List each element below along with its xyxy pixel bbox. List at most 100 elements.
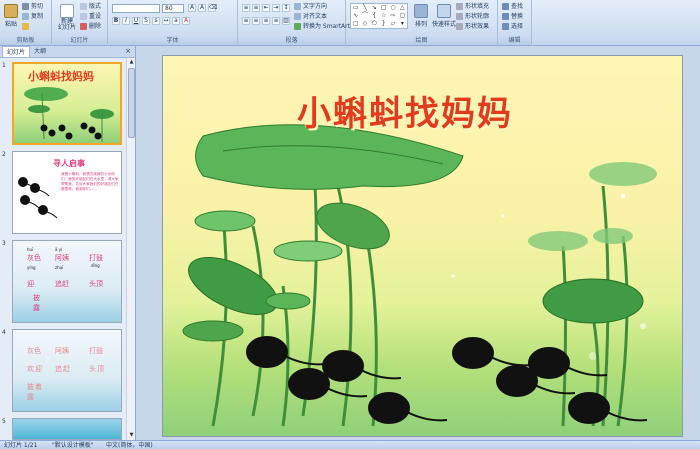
clear-format-button[interactable]: ⌫ xyxy=(208,4,217,12)
align-text-icon xyxy=(294,13,301,20)
freeform-icon: ⌒ xyxy=(361,12,368,19)
clipboard-group: 粘贴 剪切 复制 剪贴板 xyxy=(0,0,52,46)
text-box-icon: ▭ xyxy=(352,4,359,11)
font-name-field[interactable] xyxy=(112,4,160,13)
paragraph-label: 段落 xyxy=(238,37,345,45)
scroll-thumb[interactable] xyxy=(128,68,135,138)
bold-button[interactable]: B xyxy=(112,17,120,25)
diamond-icon: ◇ xyxy=(362,20,368,27)
editing-label: 编辑 xyxy=(498,37,531,45)
smartart-icon xyxy=(294,23,301,30)
change-case-button[interactable]: a xyxy=(172,17,180,25)
bracket-icon: { xyxy=(372,12,377,19)
shape-effects-button[interactable]: 形状效果 xyxy=(456,22,489,31)
language-status[interactable]: 中文(简体，中国) xyxy=(106,441,153,449)
drawing-label: 绘图 xyxy=(346,37,497,45)
shadow-button[interactable]: s xyxy=(152,17,160,25)
font-size-field[interactable]: 80 xyxy=(162,4,184,13)
current-slide[interactable]: 小蝌蚪找妈妈 xyxy=(162,55,683,437)
select-icon xyxy=(502,23,509,30)
strikethrough-button[interactable]: S xyxy=(142,17,150,25)
star-icon: ☆ xyxy=(380,12,387,19)
fill-icon xyxy=(456,3,463,10)
font-color-button[interactable]: A xyxy=(182,17,190,25)
slides-group: 新建 幻灯片 版式 重设 删除 幻灯片 xyxy=(52,0,108,46)
grow-font-button[interactable]: A xyxy=(188,4,196,12)
justify-button[interactable]: ≡ xyxy=(272,17,280,25)
slides-pane: 幻灯片 大纲 × 1 小蝌蚪找妈妈 2 寻人启事 我是小蝌蚪，我想去找我的小伙伴… xyxy=(0,46,136,440)
copy-button[interactable]: 复制 xyxy=(22,12,43,21)
paste-icon xyxy=(4,4,18,18)
underline-button[interactable]: U xyxy=(132,17,140,25)
reset-button[interactable]: 重设 xyxy=(80,12,101,21)
shape-fill-button[interactable]: 形状填充 xyxy=(456,2,489,11)
line-spacing-button[interactable]: ↕ xyxy=(282,4,290,12)
clipboard-label: 剪贴板 xyxy=(0,37,51,45)
align-center-button[interactable]: ≡ xyxy=(252,17,260,25)
slide-counter: 幻灯片 1/21 xyxy=(4,442,38,449)
align-right-button[interactable]: ≡ xyxy=(262,17,270,25)
thumb-1-art xyxy=(24,87,114,142)
slide-thumbnail-image-3: huī ā yí dǐng yíng zhuī 灰色 阿姨 打鼓 迎 追赶 头顶… xyxy=(12,240,122,323)
cut-button[interactable]: 剪切 xyxy=(22,2,43,11)
align-left-button[interactable]: ≡ xyxy=(242,17,250,25)
close-pane-button[interactable]: × xyxy=(125,46,131,57)
thumbnail-scrollbar[interactable]: ▲ ▼ xyxy=(126,58,135,440)
quick-styles-button[interactable]: 快速样式 xyxy=(432,2,456,28)
copy-icon xyxy=(22,13,29,20)
scroll-down-icon[interactable]: ▼ xyxy=(127,431,136,440)
tab-outline[interactable]: 大纲 xyxy=(30,46,50,57)
list-tools: ≡ ≡ ⇤ ⇥ ↕ xyxy=(242,4,290,12)
scissors-icon xyxy=(22,3,29,10)
italic-button[interactable]: I xyxy=(122,17,130,25)
layout-button[interactable]: 版式 xyxy=(80,2,101,11)
new-slide-button[interactable]: 新建 幻灯片 xyxy=(56,2,78,31)
theme-name: "默认设计模板" xyxy=(52,442,94,449)
triangle-icon: △ xyxy=(400,4,405,11)
shape-outline-button[interactable]: 形状轮廓 xyxy=(456,12,489,21)
increase-indent-button[interactable]: ⇥ xyxy=(272,4,280,12)
flowchart-icon: ▱ xyxy=(390,20,396,27)
slide-thumbnail-image-4: 灰色 阿姨 打鼓 欢 迎 追 赶 头 顶 披 着 露 xyxy=(12,329,122,412)
replace-button[interactable]: 替换 xyxy=(502,12,523,21)
select-button[interactable]: 选择 xyxy=(502,22,523,31)
bullets-button[interactable]: ≡ xyxy=(242,4,250,12)
format-painter-button[interactable] xyxy=(22,22,31,31)
outline-icon xyxy=(456,13,463,20)
columns-button[interactable]: ▥ xyxy=(282,17,290,25)
align-text-button[interactable]: 对齐文本 xyxy=(294,12,327,21)
line-icon: ╲ xyxy=(363,4,367,11)
char-spacing-button[interactable]: ↔ xyxy=(162,17,170,25)
pentagon-icon: ⬠ xyxy=(371,20,377,27)
pane-tabs: 幻灯片 大纲 × xyxy=(0,46,135,58)
numbering-button[interactable]: ≡ xyxy=(252,4,260,12)
curve-icon: ∿ xyxy=(353,12,359,19)
slide-title[interactable]: 小蝌蚪找妈妈 xyxy=(235,86,575,135)
text-direction-button[interactable]: 文字方向 xyxy=(294,2,327,11)
right-arrow-icon: ⇨ xyxy=(390,12,396,19)
slides-label: 幻灯片 xyxy=(52,37,107,45)
paste-button[interactable]: 粘贴 xyxy=(2,2,20,28)
font-style-tools: B I U S s ↔ a A xyxy=(112,17,190,25)
paragraph-group: ≡ ≡ ⇤ ⇥ ↕ ≡ ≡ ≡ ≡ ▥ 文字方向 对齐文本 转换为 SmartA… xyxy=(238,0,350,46)
shapes-gallery[interactable]: ▭ ╲ ↘ □ ○ △ ∿ ⌒{☆ ⇨ ▢ ▢ ◇ ⬠} ▱ ▾ xyxy=(350,3,408,29)
smartart-button[interactable]: 转换为 SmartArt xyxy=(294,22,350,31)
font-label: 字体 xyxy=(108,37,237,45)
thumb-2-title: 寻人启事 xyxy=(53,159,85,168)
callout-icon: ▢ xyxy=(399,12,406,19)
new-slide-icon xyxy=(60,4,74,18)
arrange-button[interactable]: 排列 xyxy=(410,2,432,28)
status-bar: 幻灯片 1/21 "默认设计模板" 中文(简体，中国) xyxy=(0,440,700,449)
slide-thumbnail-image-2: 寻人启事 我是小蝌蚪，我想去找我的小伙伴们，我的好朋友们在大水里，请大家帮帮我，… xyxy=(12,151,122,234)
tab-slides[interactable]: 幻灯片 xyxy=(2,46,31,57)
find-button[interactable]: 查找 xyxy=(502,2,523,11)
decrease-indent-button[interactable]: ⇤ xyxy=(262,4,270,12)
shrink-font-button[interactable]: A xyxy=(198,4,206,12)
reset-icon xyxy=(80,13,87,20)
scroll-up-icon[interactable]: ▲ xyxy=(127,58,136,67)
rectangle-icon: □ xyxy=(380,4,387,11)
font-size-tools: A A ⌫ xyxy=(188,4,217,12)
delete-slide-button[interactable]: 删除 xyxy=(80,22,101,31)
thumb-2-body: 我是小蝌蚪，我想去找我的小伙伴们，我的好朋友们在大水里，请大家帮帮我，告诉大家我… xyxy=(61,172,119,191)
more-shapes-icon: ▾ xyxy=(400,20,404,27)
